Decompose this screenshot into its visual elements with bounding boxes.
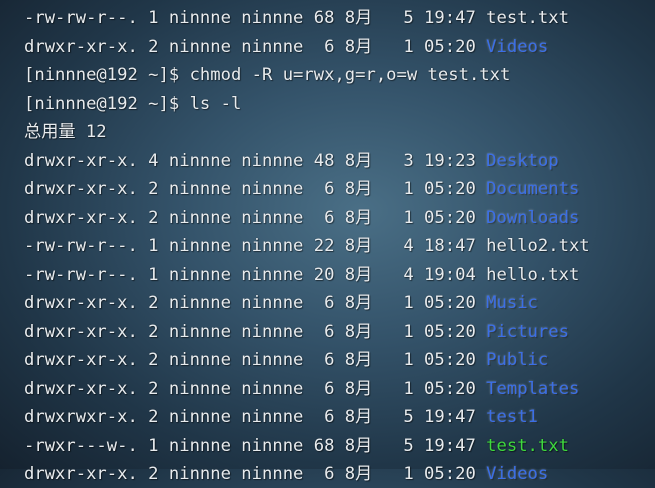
command-text: [ninnne@192 ~]$ ls -l [24, 93, 242, 114]
listing-row: drwxr-xr-x. 2 ninnne ninnne 6 8月 1 05:20… [24, 204, 579, 232]
listing-meta: drwxr-xr-x. 2 ninnne ninnne 6 8月 1 05:20 [24, 179, 487, 199]
listing-meta: -rw-rw-r--. 1 ninnne ninnne 22 8月 4 18:4… [24, 236, 487, 256]
directory-name: Public [486, 350, 549, 370]
listing-meta: 总用量 12 [24, 122, 107, 142]
listing-row: drwxr-xr-x. 2 ninnne ninnne 6 8月 1 05:20… [24, 318, 569, 346]
directory-name: Videos [486, 36, 549, 57]
listing-row: drwxrwxr-x. 2 ninnne ninnne 6 8月 5 19:47… [24, 403, 538, 431]
terminal-window[interactable]: -rw-rw-r--. 1 ninnne ninnne 68 8月 5 19:4… [0, 0, 655, 484]
listing-meta: drwxr-xr-x. 2 ninnne ninnne 6 8月 1 05:20 [24, 464, 487, 484]
listing-meta: drwxr-xr-x. 2 ninnne ninnne 6 8月 1 05:20 [24, 350, 487, 370]
listing-meta: -rw-rw-r--. 1 ninnne ninnne 68 8月 5 19:4… [24, 8, 487, 28]
command-line: [ninnne@192 ~]$ chmod -R u=rwx,g=r,o=w t… [24, 61, 510, 89]
listing-meta: -rw-rw-r--. 1 ninnne ninnne 20 8月 4 19:0… [24, 264, 487, 285]
listing-meta: drwxr-xr-x. 2 ninnne ninnne 6 8月 1 05:20 [24, 321, 487, 342]
listing-meta: -rwxr---w-. 1 ninnne ninnne 68 8月 5 19:4… [24, 435, 487, 456]
listing-row: drwxr-xr-x. 2 ninnne ninnne 6 8月 1 05:20… [24, 175, 579, 203]
directory-name: Music [486, 293, 538, 313]
executable-file-name: test.txt [486, 435, 569, 456]
directory-name: Desktop [486, 150, 559, 171]
listing-meta: drwxr-xr-x. 4 ninnne ninnne 48 8月 3 19:2… [24, 150, 487, 171]
listing-row: -rw-rw-r--. 1 ninnne ninnne 22 8月 4 18:4… [24, 232, 590, 260]
listing-row: drwxr-xr-x. 2 ninnne ninnne 6 8月 1 05:20… [24, 460, 548, 488]
file-name: test.txt [486, 8, 569, 28]
command-text: [ninnne@192 ~]$ chmod -R u=rwx,g=r,o=w t… [24, 65, 511, 85]
listing-meta: drwxr-xr-x. 2 ninnne ninnne 6 8月 1 05:20 [24, 36, 487, 57]
directory-name: Videos [486, 464, 549, 484]
listing-meta: drwxrwxr-x. 2 ninnne ninnne 6 8月 5 19:47 [24, 407, 487, 427]
file-name: hello2.txt [486, 236, 590, 256]
directory-name: Pictures [486, 321, 569, 342]
listing-row: drwxr-xr-x. 2 ninnne ninnne 6 8月 1 05:20… [24, 289, 538, 317]
directory-name: test1 [486, 407, 538, 427]
listing-row: drwxr-xr-x. 2 ninnne ninnne 6 8月 1 05:20… [24, 33, 548, 61]
listing-row: drwxr-xr-x. 2 ninnne ninnne 6 8月 1 05:20… [24, 375, 579, 403]
directory-name: Templates [486, 378, 580, 399]
directory-name: Downloads [486, 207, 580, 228]
listing-row: -rwxr---w-. 1 ninnne ninnne 68 8月 5 19:4… [24, 432, 569, 460]
listing-meta: drwxr-xr-x. 2 ninnne ninnne 6 8月 1 05:20 [24, 378, 487, 399]
listing-meta: drwxr-xr-x. 2 ninnne ninnne 6 8月 1 05:20 [24, 293, 487, 313]
listing-row: -rw-rw-r--. 1 ninnne ninnne 68 8月 5 19:4… [24, 4, 569, 32]
listing-row: drwxr-xr-x. 4 ninnne ninnne 48 8月 3 19:2… [24, 147, 559, 175]
listing-row: drwxr-xr-x. 2 ninnne ninnne 6 8月 1 05:20… [24, 346, 548, 374]
command-line: [ninnne@192 ~]$ ls -l [24, 90, 241, 118]
total-line: 总用量 12 [24, 118, 107, 146]
directory-name: Documents [486, 179, 580, 199]
file-name: hello.txt [486, 264, 580, 285]
listing-meta: drwxr-xr-x. 2 ninnne ninnne 6 8月 1 05:20 [24, 207, 487, 228]
listing-row: -rw-rw-r--. 1 ninnne ninnne 20 8月 4 19:0… [24, 261, 579, 289]
